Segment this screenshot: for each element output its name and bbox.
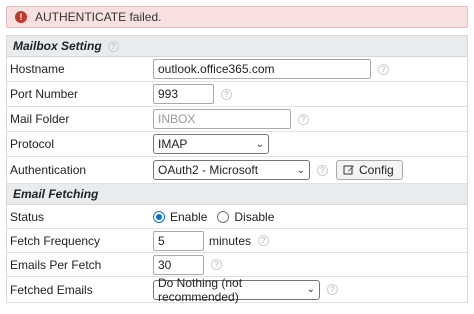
config-button[interactable]: Config	[336, 160, 403, 180]
settings-table: Mailbox Setting ? Hostname ? Port Number…	[6, 35, 468, 304]
chevron-down-icon: ⌄	[306, 284, 315, 295]
radio-disable[interactable]	[217, 210, 230, 223]
emails-per-fetch-input[interactable]	[153, 254, 204, 275]
protocol-select[interactable]: IMAP ⌄	[153, 134, 269, 154]
fetched-emails-select[interactable]: Do Nothing (not recommended) ⌄	[153, 276, 320, 304]
help-icon[interactable]: ?	[211, 259, 222, 270]
error-banner: ! AUTHENTICATE failed.	[6, 6, 468, 28]
row-authentication: Authentication OAuth2 - Microsoft ⌄ ? Co…	[7, 157, 467, 184]
row-fetch-frequency: Fetch Frequency minutes ?	[7, 229, 467, 253]
config-label: Config	[359, 163, 394, 177]
help-icon[interactable]: ?	[298, 113, 309, 125]
section-mailbox-setting: Mailbox Setting ?	[7, 36, 467, 57]
emails-per-fetch-label: Emails Per Fetch	[10, 257, 102, 272]
hostname-label: Hostname	[10, 62, 65, 76]
fetched-emails-value: Do Nothing (not recommended)	[158, 275, 243, 304]
status-label: Status	[10, 209, 45, 224]
status-disable-label: Disable	[234, 209, 275, 224]
protocol-value: IMAP	[158, 137, 188, 151]
error-icon: !	[15, 11, 27, 23]
help-icon[interactable]: ?	[221, 88, 232, 100]
radio-enable[interactable]	[153, 210, 165, 223]
authentication-value: OAuth2 - Microsoft	[158, 163, 259, 177]
section-title: Email Fetching	[13, 187, 99, 201]
help-icon[interactable]: ?	[258, 235, 270, 246]
protocol-label: Protocol	[10, 137, 55, 151]
mail-folder-input[interactable]	[153, 109, 291, 129]
status-disable-option[interactable]: Disable	[217, 210, 274, 224]
row-status: Status Enable Disable	[7, 205, 467, 229]
chevron-down-icon: ⌄	[255, 138, 264, 150]
mail-folder-label: Mail Folder	[10, 112, 70, 126]
help-icon[interactable]: ?	[107, 40, 119, 52]
fetched-emails-label: Fetched Emails	[10, 282, 93, 297]
edit-icon	[343, 165, 354, 175]
authentication-label: Authentication	[10, 163, 87, 177]
row-protocol: Protocol IMAP ⌄	[7, 132, 467, 157]
section-email-fetching: Email Fetching	[7, 184, 467, 205]
row-fetched-emails: Fetched Emails Do Nothing (not recommend…	[7, 276, 467, 304]
section-title: Mailbox Setting	[13, 39, 102, 53]
help-icon[interactable]: ?	[317, 164, 328, 176]
status-enable-label: Enable	[170, 209, 208, 224]
row-hostname: Hostname ?	[7, 57, 467, 82]
authentication-select[interactable]: OAuth2 - Microsoft ⌄	[153, 160, 310, 180]
help-icon[interactable]: ?	[378, 63, 389, 75]
fetch-frequency-unit: minutes	[209, 233, 252, 248]
chevron-down-icon: ⌄	[296, 164, 305, 176]
row-port: Port Number ?	[7, 82, 467, 107]
fetch-frequency-label: Fetch Frequency	[10, 233, 101, 248]
row-emails-per-fetch: Emails Per Fetch ?	[7, 253, 467, 277]
hostname-input[interactable]	[153, 59, 371, 79]
port-label: Port Number	[10, 87, 79, 101]
error-message: AUTHENTICATE failed.	[35, 10, 162, 24]
row-mail-folder: Mail Folder ?	[7, 107, 467, 132]
help-icon[interactable]: ?	[327, 284, 338, 295]
fetch-frequency-input[interactable]	[153, 230, 204, 251]
port-input[interactable]	[153, 84, 214, 104]
status-enable-option[interactable]: Enable	[153, 210, 207, 224]
